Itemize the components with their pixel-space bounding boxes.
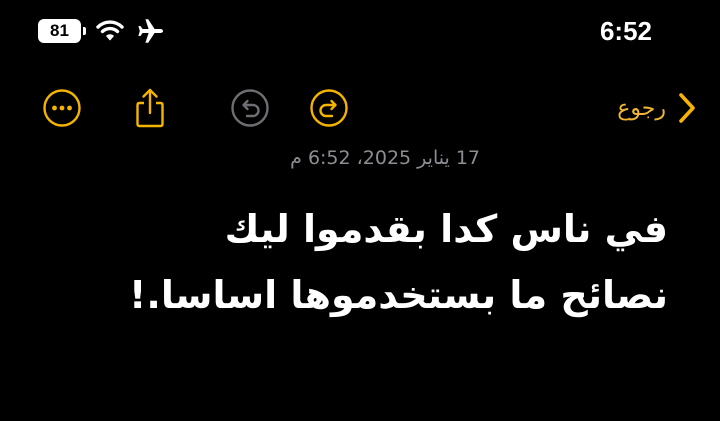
redo-button[interactable] [307,86,351,130]
undo-button[interactable] [228,86,272,130]
back-button-label: رجوع [617,95,666,121]
more-options-icon [43,89,81,127]
back-button[interactable]: رجوع [617,88,698,128]
battery-cap [83,27,86,35]
share-icon [136,88,164,128]
airplane-icon [138,19,163,43]
redo-icon [310,89,348,127]
note-body[interactable]: في ناس كدا بقدموا ليك نصائح ما بستخدموها… [48,196,668,328]
note-line: في ناس كدا بقدموا ليك [224,207,668,251]
share-button[interactable] [128,86,172,130]
status-bar: 81 6:52 [0,0,720,64]
battery-icon: 81 [38,19,81,43]
undo-icon [231,89,269,127]
more-options-button[interactable] [40,86,84,130]
note-toolbar: رجوع [0,80,720,136]
status-time: 6:52 [599,16,652,46]
battery-percentage: 81 [50,21,69,40]
note-line: نصائح ما بستخدموها اساسا.! [129,273,668,317]
note-date: 17 يناير 2025، 6:52 م [290,147,480,169]
wifi-icon [96,20,124,41]
chevron-right-icon [679,93,695,123]
